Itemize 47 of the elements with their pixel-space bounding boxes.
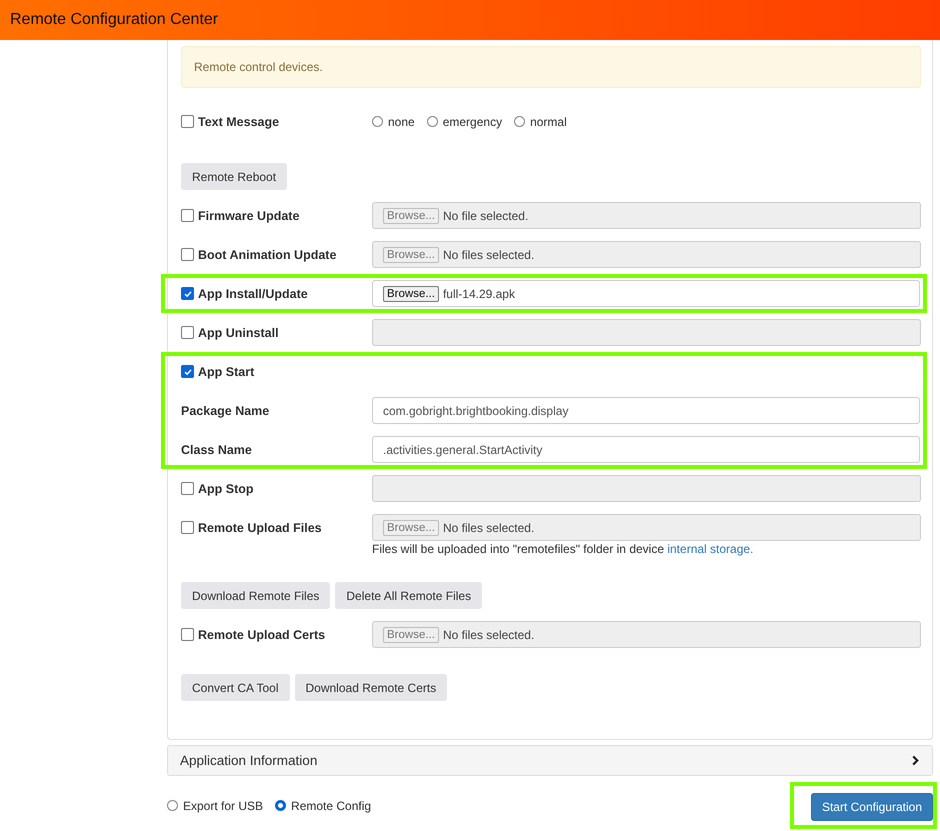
option-label: App Install/Update (198, 286, 308, 300)
action-button[interactable]: Download Remote Files (181, 582, 330, 609)
radio-button[interactable] (514, 116, 526, 127)
radio-label: none (388, 114, 415, 128)
radio-label: Export for USB (183, 798, 264, 812)
field-label: Class Name (181, 442, 252, 456)
text-field[interactable]: com.gobright.brightbooking.display (372, 397, 920, 424)
radio-button[interactable] (426, 116, 438, 127)
option-label: Remote Upload Certs (198, 628, 326, 642)
file-name: No files selected. (442, 520, 534, 534)
file-name: No file selected. (442, 208, 528, 222)
start-button[interactable]: Start Configuration (810, 793, 933, 821)
field-label: Package Name (181, 404, 270, 418)
action-button[interactable]: Download Remote Certs (294, 674, 448, 701)
radio-label: normal (530, 114, 567, 128)
help-text: Files will be uploaded into "remotefiles" folder in device internal storage. (372, 542, 754, 556)
file-name: No files selected. (442, 248, 534, 262)
option-label: Remote Upload Files (198, 520, 322, 534)
text-field[interactable]: .activities.general.StartActivity (372, 436, 920, 463)
radio-label: emergency (442, 114, 502, 128)
radio-button[interactable] (167, 800, 178, 811)
radio-label: Remote Config (291, 798, 372, 812)
check-icon (182, 366, 192, 376)
window-title: Remote Configuration Center (10, 11, 218, 29)
accordion-header[interactable]: Application Information (167, 745, 933, 776)
option-label: Text Message (198, 114, 280, 128)
checkbox[interactable] (181, 115, 194, 128)
checkbox[interactable] (181, 287, 194, 300)
option-label: Firmware Update (198, 208, 300, 222)
action-button[interactable]: Remote Reboot (181, 163, 288, 190)
checkbox[interactable] (181, 365, 194, 378)
chevron-icon (911, 755, 920, 766)
file-name: No files selected. (442, 628, 534, 642)
accordion-title: Application Information (180, 753, 318, 768)
action-button[interactable]: Delete All Remote Files (335, 582, 482, 609)
option-label: Boot Animation Update (198, 248, 336, 262)
alert-text: Remote control devices. (194, 60, 323, 74)
option-label: App Start (198, 364, 254, 378)
radio-button[interactable] (275, 800, 286, 811)
action-button[interactable]: Convert CA Tool (181, 674, 290, 701)
option-label: App Uninstall (198, 326, 279, 340)
option-label: App Stop (198, 482, 254, 496)
file-field[interactable]: Browse... full-14.29.apk (372, 280, 920, 307)
radio-button[interactable] (372, 116, 383, 127)
file-name: full-14.29.apk (442, 286, 515, 300)
check-icon (182, 288, 192, 298)
browse-button[interactable]: Browse... (383, 286, 439, 302)
